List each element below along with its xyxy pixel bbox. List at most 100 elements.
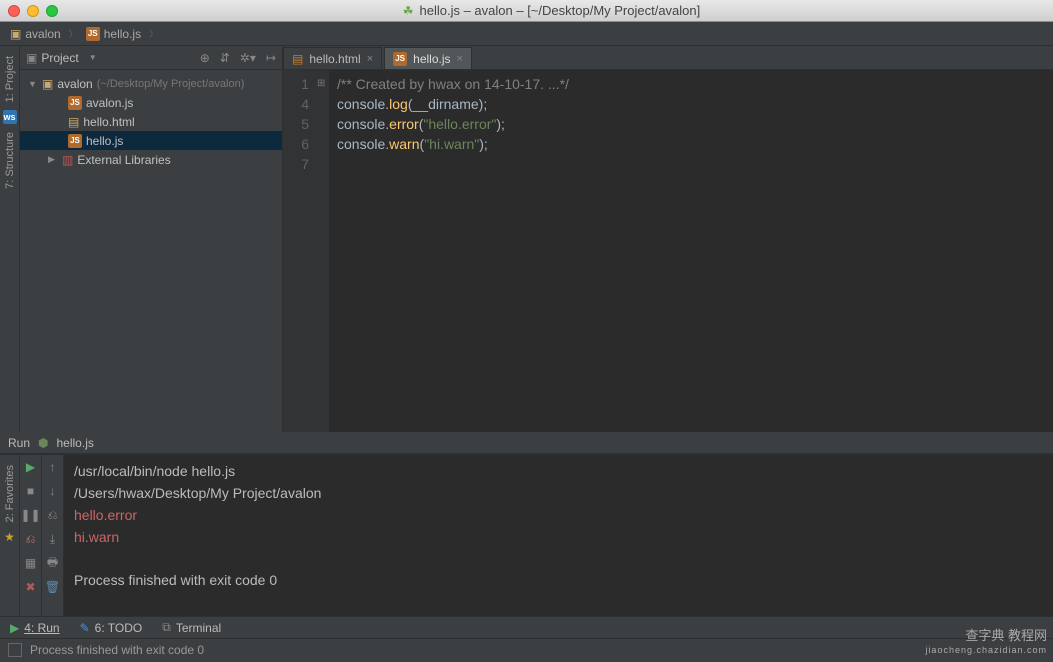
run-header: Run ⬢ hello.js [0, 432, 1053, 454]
ws-icon[interactable]: ws [3, 110, 17, 124]
left-tool-rail: 1: Project ws 7: Structure [0, 46, 20, 432]
star-icon[interactable]: ★ [4, 530, 15, 544]
tree-file[interactable]: ▤ hello.html [20, 112, 282, 131]
run-config-icon: ⬢ [38, 436, 48, 450]
gear-icon[interactable]: ✲▾ [240, 51, 256, 65]
dump-threads-icon[interactable]: ⎌ [23, 531, 39, 547]
html-file-icon: ▤ [68, 115, 79, 129]
js-file-icon: JS [86, 27, 100, 41]
left-tool-rail-lower: 2: Favorites ★ [0, 455, 20, 616]
html-file-icon: ▤ [292, 52, 303, 66]
output-stderr: hello.error [74, 507, 137, 523]
pin-icon[interactable]: ✖ [23, 579, 39, 595]
js-file-icon: JS [393, 52, 407, 66]
editor-area: ▤ hello.html × JS hello.js × 14567 ⊞ /**… [283, 46, 1053, 432]
project-header: ▣ Project ▼ ⊕ ⇵ ✲▾ ↦ [20, 46, 282, 70]
scroll-to-end-icon[interactable]: ⤓ [45, 531, 61, 547]
code-editor[interactable]: 14567 ⊞ /** Created by hwax on 14-10-17.… [283, 70, 1053, 432]
breadcrumb-file-label: hello.js [104, 27, 141, 41]
status-text: Process finished with exit code 0 [30, 643, 204, 657]
project-title[interactable]: Project [41, 51, 78, 65]
app-icon: ☘ [403, 4, 414, 18]
status-bar: Process finished with exit code 0 [0, 638, 1053, 660]
bottom-todo[interactable]: ✎ 6: TODO [80, 621, 143, 635]
gutter: 14567 [283, 70, 315, 432]
restore-layout-icon[interactable]: ▦ [23, 555, 39, 571]
folder-icon: ▣ [42, 77, 53, 91]
collapse-all-icon[interactable]: ⇵ [220, 51, 230, 65]
stop-icon[interactable]: ■ [23, 483, 39, 499]
tab-label: hello.html [309, 52, 360, 66]
editor-tabs: ▤ hello.html × JS hello.js × [283, 46, 1053, 70]
tree-file-name: avalon.js [86, 96, 133, 110]
zoom-window-button[interactable] [46, 5, 58, 17]
close-icon[interactable]: × [457, 53, 463, 65]
tab-label: hello.js [413, 52, 450, 66]
project-tool-window: ▣ Project ▼ ⊕ ⇵ ✲▾ ↦ ▼ ▣ avalon (~/Deskt… [20, 46, 283, 432]
run-output-strip: ↑ ↓ ⎌ ⤓ 🖶 🗑 [42, 455, 64, 616]
fold-icon[interactable]: ⊞ [315, 74, 329, 94]
bottom-terminal-label: Terminal [176, 621, 221, 635]
output-stderr: hi.warn [74, 529, 119, 545]
minimize-window-button[interactable] [27, 5, 39, 17]
run-action-strip: ▶ ■ ❚❚ ⎌ ▦ ✖ [20, 455, 42, 616]
rail-favorites[interactable]: 2: Favorites [2, 459, 18, 528]
tree-root[interactable]: ▼ ▣ avalon (~/Desktop/My Project/avalon) [20, 74, 282, 93]
breadcrumb-folder[interactable]: ▣ avalon [6, 27, 65, 41]
expand-arrow-icon[interactable]: ▶ [48, 154, 58, 165]
down-icon[interactable]: ↓ [45, 483, 61, 499]
soft-wrap-icon[interactable]: ⎌ [45, 507, 61, 523]
breadcrumb-folder-label: avalon [25, 27, 60, 41]
tree-file[interactable]: JS hello.js [20, 131, 282, 150]
status-indicator-icon[interactable] [8, 643, 22, 657]
tree-file-name: hello.js [86, 134, 123, 148]
rail-structure[interactable]: 7: Structure [2, 126, 18, 195]
external-libs-label: External Libraries [77, 153, 170, 167]
clear-all-icon[interactable]: 🗑 [45, 579, 61, 595]
output-exit: Process finished with exit code 0 [74, 572, 277, 588]
tree-external-libs[interactable]: ▶ ▥ External Libraries [20, 150, 282, 169]
chevron-down-icon[interactable]: ▼ [89, 53, 97, 62]
rail-project[interactable]: 1: Project [2, 50, 18, 108]
editor-tab[interactable]: JS hello.js × [384, 47, 472, 69]
terminal-icon: ⧉ [162, 620, 171, 635]
project-tree[interactable]: ▼ ▣ avalon (~/Desktop/My Project/avalon)… [20, 70, 282, 173]
bottom-tool-bar: ▶ 4: Run ✎ 6: TODO ⧉ Terminal [0, 616, 1053, 638]
tree-root-name: avalon [57, 77, 92, 91]
output-cmd: /usr/local/bin/node hello.js [74, 463, 235, 479]
comment-line: /** Created by hwax on 14-10-17. ...*/ [337, 76, 569, 92]
todo-icon: ✎ [80, 621, 90, 635]
chevron-right-icon: 〉 [69, 27, 78, 40]
up-icon[interactable]: ↑ [45, 459, 61, 475]
close-window-button[interactable] [8, 5, 20, 17]
js-file-icon: JS [68, 134, 82, 148]
expand-arrow-icon[interactable]: ▼ [28, 79, 38, 89]
traffic-lights [8, 5, 58, 17]
js-file-icon: JS [68, 96, 82, 110]
pause-icon[interactable]: ❚❚ [23, 507, 39, 523]
output-cwd: /Users/hwax/Desktop/My Project/avalon [74, 485, 321, 501]
title-bar: ☘ hello.js – avalon – [~/Desktop/My Proj… [0, 0, 1053, 22]
library-icon: ▥ [62, 153, 73, 167]
run-title: Run [8, 436, 30, 450]
print-icon[interactable]: 🖶 [45, 555, 61, 571]
close-icon[interactable]: × [367, 53, 373, 65]
run-config-name[interactable]: hello.js [57, 436, 94, 450]
run-output[interactable]: /usr/local/bin/node hello.js /Users/hwax… [64, 455, 1053, 616]
code-body[interactable]: /** Created by hwax on 14-10-17. ...*/ c… [329, 70, 1053, 432]
bottom-todo-label: 6: TODO [95, 621, 143, 635]
tree-file[interactable]: JS avalon.js [20, 93, 282, 112]
bottom-terminal[interactable]: ⧉ Terminal [162, 620, 221, 635]
fold-margin[interactable]: ⊞ [315, 70, 329, 432]
tree-file-name: hello.html [83, 115, 134, 129]
hide-panel-icon[interactable]: ↦ [266, 51, 276, 65]
folder-icon: ▣ [10, 27, 21, 41]
breadcrumb-file[interactable]: JS hello.js [82, 27, 145, 41]
scroll-from-source-icon[interactable]: ⊕ [200, 51, 210, 65]
editor-tab[interactable]: ▤ hello.html × [283, 47, 382, 69]
bottom-run[interactable]: ▶ 4: Run [10, 621, 60, 635]
window-title: hello.js – avalon – [~/Desktop/My Projec… [420, 3, 701, 18]
bottom-run-label: 4: Run [24, 621, 59, 635]
breadcrumb: ▣ avalon 〉 JS hello.js 〉 [0, 22, 1053, 46]
rerun-icon[interactable]: ▶ [23, 459, 39, 475]
